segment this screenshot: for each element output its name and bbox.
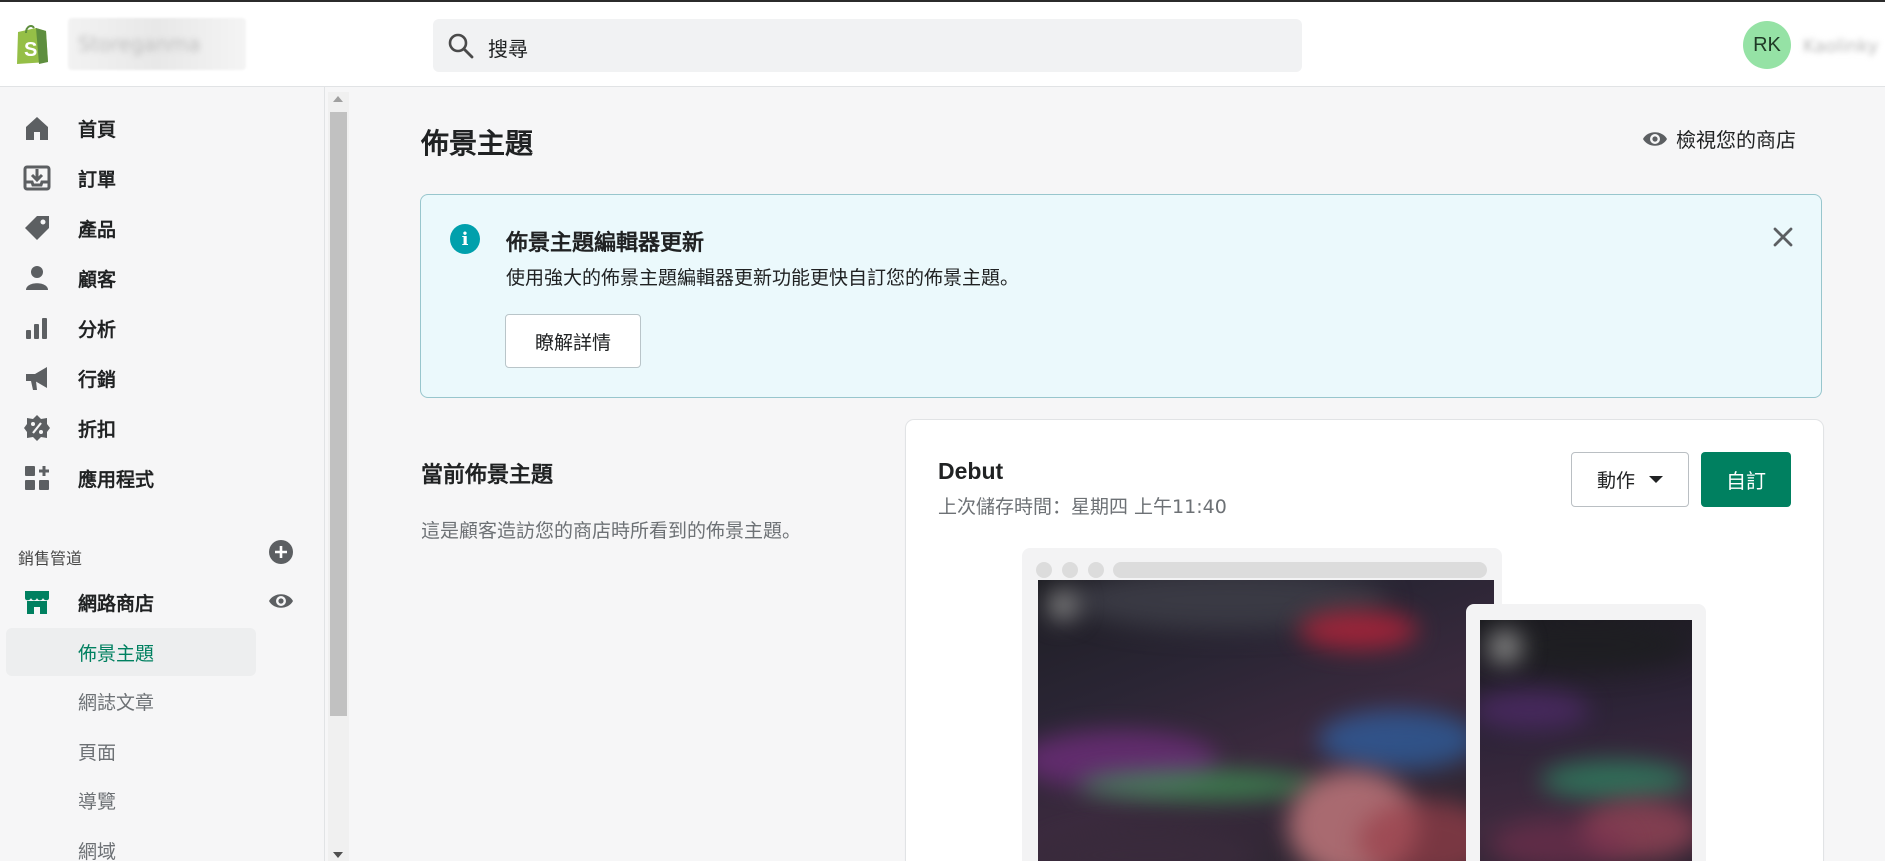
sidebar-item-label: 首頁 bbox=[78, 118, 117, 141]
store-name-text: Storeganma bbox=[78, 32, 201, 56]
sidebar-item-label: 行銷 bbox=[78, 368, 117, 391]
customer-icon bbox=[22, 263, 52, 293]
theme-name: Debut bbox=[938, 458, 1004, 484]
sidebar-subitem-navigation[interactable]: 導覽 bbox=[6, 776, 256, 824]
subitem-label: 網域 bbox=[78, 840, 117, 861]
subitem-label: 導覽 bbox=[78, 790, 117, 813]
subitem-label: 網誌文章 bbox=[78, 691, 155, 714]
view-store-label: 檢視您的商店 bbox=[1676, 128, 1796, 152]
banner-title: 佈景主題編輯器更新 bbox=[506, 231, 705, 256]
desktop-preview[interactable] bbox=[1022, 548, 1502, 861]
avatar[interactable]: RK bbox=[1743, 21, 1791, 69]
view-online-store-icon[interactable] bbox=[268, 591, 294, 611]
current-theme-card: Debut 上次儲存時間：星期四 上午11:40 動作 自訂 bbox=[906, 420, 1823, 861]
actions-dropdown[interactable]: 動作 bbox=[1571, 452, 1689, 507]
sidebar-item-label: 折扣 bbox=[78, 418, 117, 441]
sidebar-subitem-domains[interactable]: 網域 bbox=[6, 826, 256, 861]
eye-icon bbox=[1643, 131, 1667, 146]
window-dot bbox=[1088, 562, 1104, 578]
orders-icon bbox=[22, 163, 52, 193]
view-store-link[interactable]: 檢視您的商店 bbox=[1642, 124, 1796, 153]
sidebar-item-apps[interactable]: 應用程式 bbox=[0, 456, 300, 500]
window-dot bbox=[1062, 562, 1078, 578]
sidebar-item-label: 顧客 bbox=[78, 268, 117, 291]
search-bar[interactable]: 搜尋 bbox=[433, 19, 1302, 72]
mobile-preview[interactable] bbox=[1466, 604, 1706, 861]
learn-more-button[interactable]: 瞭解詳情 bbox=[505, 314, 641, 368]
caret-down-icon bbox=[1649, 476, 1663, 483]
sidebar-subitem-themes[interactable]: 佈景主題 bbox=[6, 628, 256, 676]
sidebar-item-home[interactable]: 首頁 bbox=[0, 106, 300, 150]
sidebar-item-label: 分析 bbox=[78, 318, 117, 341]
sales-channels-label: 銷售管道 bbox=[18, 549, 83, 568]
top-bar: S Storeganma 搜尋 RK Kaolinky bbox=[0, 0, 1885, 87]
theme-last-saved: 上次儲存時間：星期四 上午11:40 bbox=[938, 496, 1227, 518]
apps-icon bbox=[22, 463, 52, 493]
info-icon: i bbox=[450, 224, 480, 254]
editor-update-banner: i 佈景主題編輯器更新 使用強大的佈景主題編輯器更新功能更快自訂您的佈景主題。 … bbox=[420, 194, 1822, 398]
sidebar-item-customers[interactable]: 顧客 bbox=[0, 256, 300, 300]
add-channel-icon[interactable] bbox=[268, 539, 294, 565]
customize-button[interactable]: 自訂 bbox=[1701, 452, 1791, 507]
sidebar-item-products[interactable]: 產品 bbox=[0, 206, 300, 250]
tag-icon bbox=[22, 213, 52, 243]
store-icon bbox=[22, 587, 52, 617]
sidebar-item-analytics[interactable]: 分析 bbox=[0, 306, 300, 350]
sidebar-item-label: 產品 bbox=[78, 218, 117, 241]
current-theme-description: 這是顧客造訪您的商店時所看到的佈景主題。 bbox=[421, 520, 802, 542]
actions-label: 動作 bbox=[1596, 470, 1635, 492]
desktop-preview-screen bbox=[1038, 580, 1494, 861]
scroll-up-arrow-icon[interactable] bbox=[333, 96, 343, 102]
sidebar-subitem-blog-posts[interactable]: 網誌文章 bbox=[6, 677, 256, 725]
preview-url-bar bbox=[1113, 562, 1487, 578]
mobile-preview-screen bbox=[1480, 620, 1692, 861]
home-icon bbox=[22, 113, 52, 143]
sidebar-item-label: 應用程式 bbox=[78, 468, 155, 491]
scroll-down-arrow-icon[interactable] bbox=[333, 852, 343, 858]
store-name[interactable]: Storeganma bbox=[68, 18, 246, 70]
banner-description: 使用強大的佈景主題編輯器更新功能更快自訂您的佈景主題。 bbox=[506, 267, 1020, 289]
bar-chart-icon bbox=[22, 313, 52, 343]
sidebar-item-label: 訂單 bbox=[78, 168, 117, 191]
sidebar-item-marketing[interactable]: 行銷 bbox=[0, 356, 300, 400]
sidebar-item-discounts[interactable]: 折扣 bbox=[0, 406, 300, 450]
subitem-label: 頁面 bbox=[78, 741, 117, 764]
sidebar-item-online-store[interactable]: 網路商店 bbox=[0, 580, 300, 624]
sidebar-subitem-pages[interactable]: 頁面 bbox=[6, 727, 256, 775]
sidebar-item-label: 網路商店 bbox=[78, 592, 155, 615]
shopify-logo-icon[interactable]: S bbox=[12, 22, 52, 66]
close-icon[interactable] bbox=[1769, 223, 1797, 251]
search-icon bbox=[448, 33, 474, 59]
page-title: 佈景主題 bbox=[421, 127, 534, 160]
window-dot bbox=[1036, 562, 1052, 578]
sidebar-item-orders[interactable]: 訂單 bbox=[0, 156, 300, 200]
user-name[interactable]: Kaolinky bbox=[1803, 36, 1878, 57]
subitem-label: 佈景主題 bbox=[78, 642, 155, 665]
megaphone-icon bbox=[22, 363, 52, 393]
current-theme-heading: 當前佈景主題 bbox=[421, 463, 554, 488]
search-placeholder: 搜尋 bbox=[488, 37, 528, 61]
svg-text:S: S bbox=[24, 39, 37, 61]
discount-icon bbox=[22, 413, 52, 443]
sidebar-scrollbar[interactable] bbox=[328, 92, 349, 861]
scrollbar-thumb[interactable] bbox=[330, 112, 347, 716]
